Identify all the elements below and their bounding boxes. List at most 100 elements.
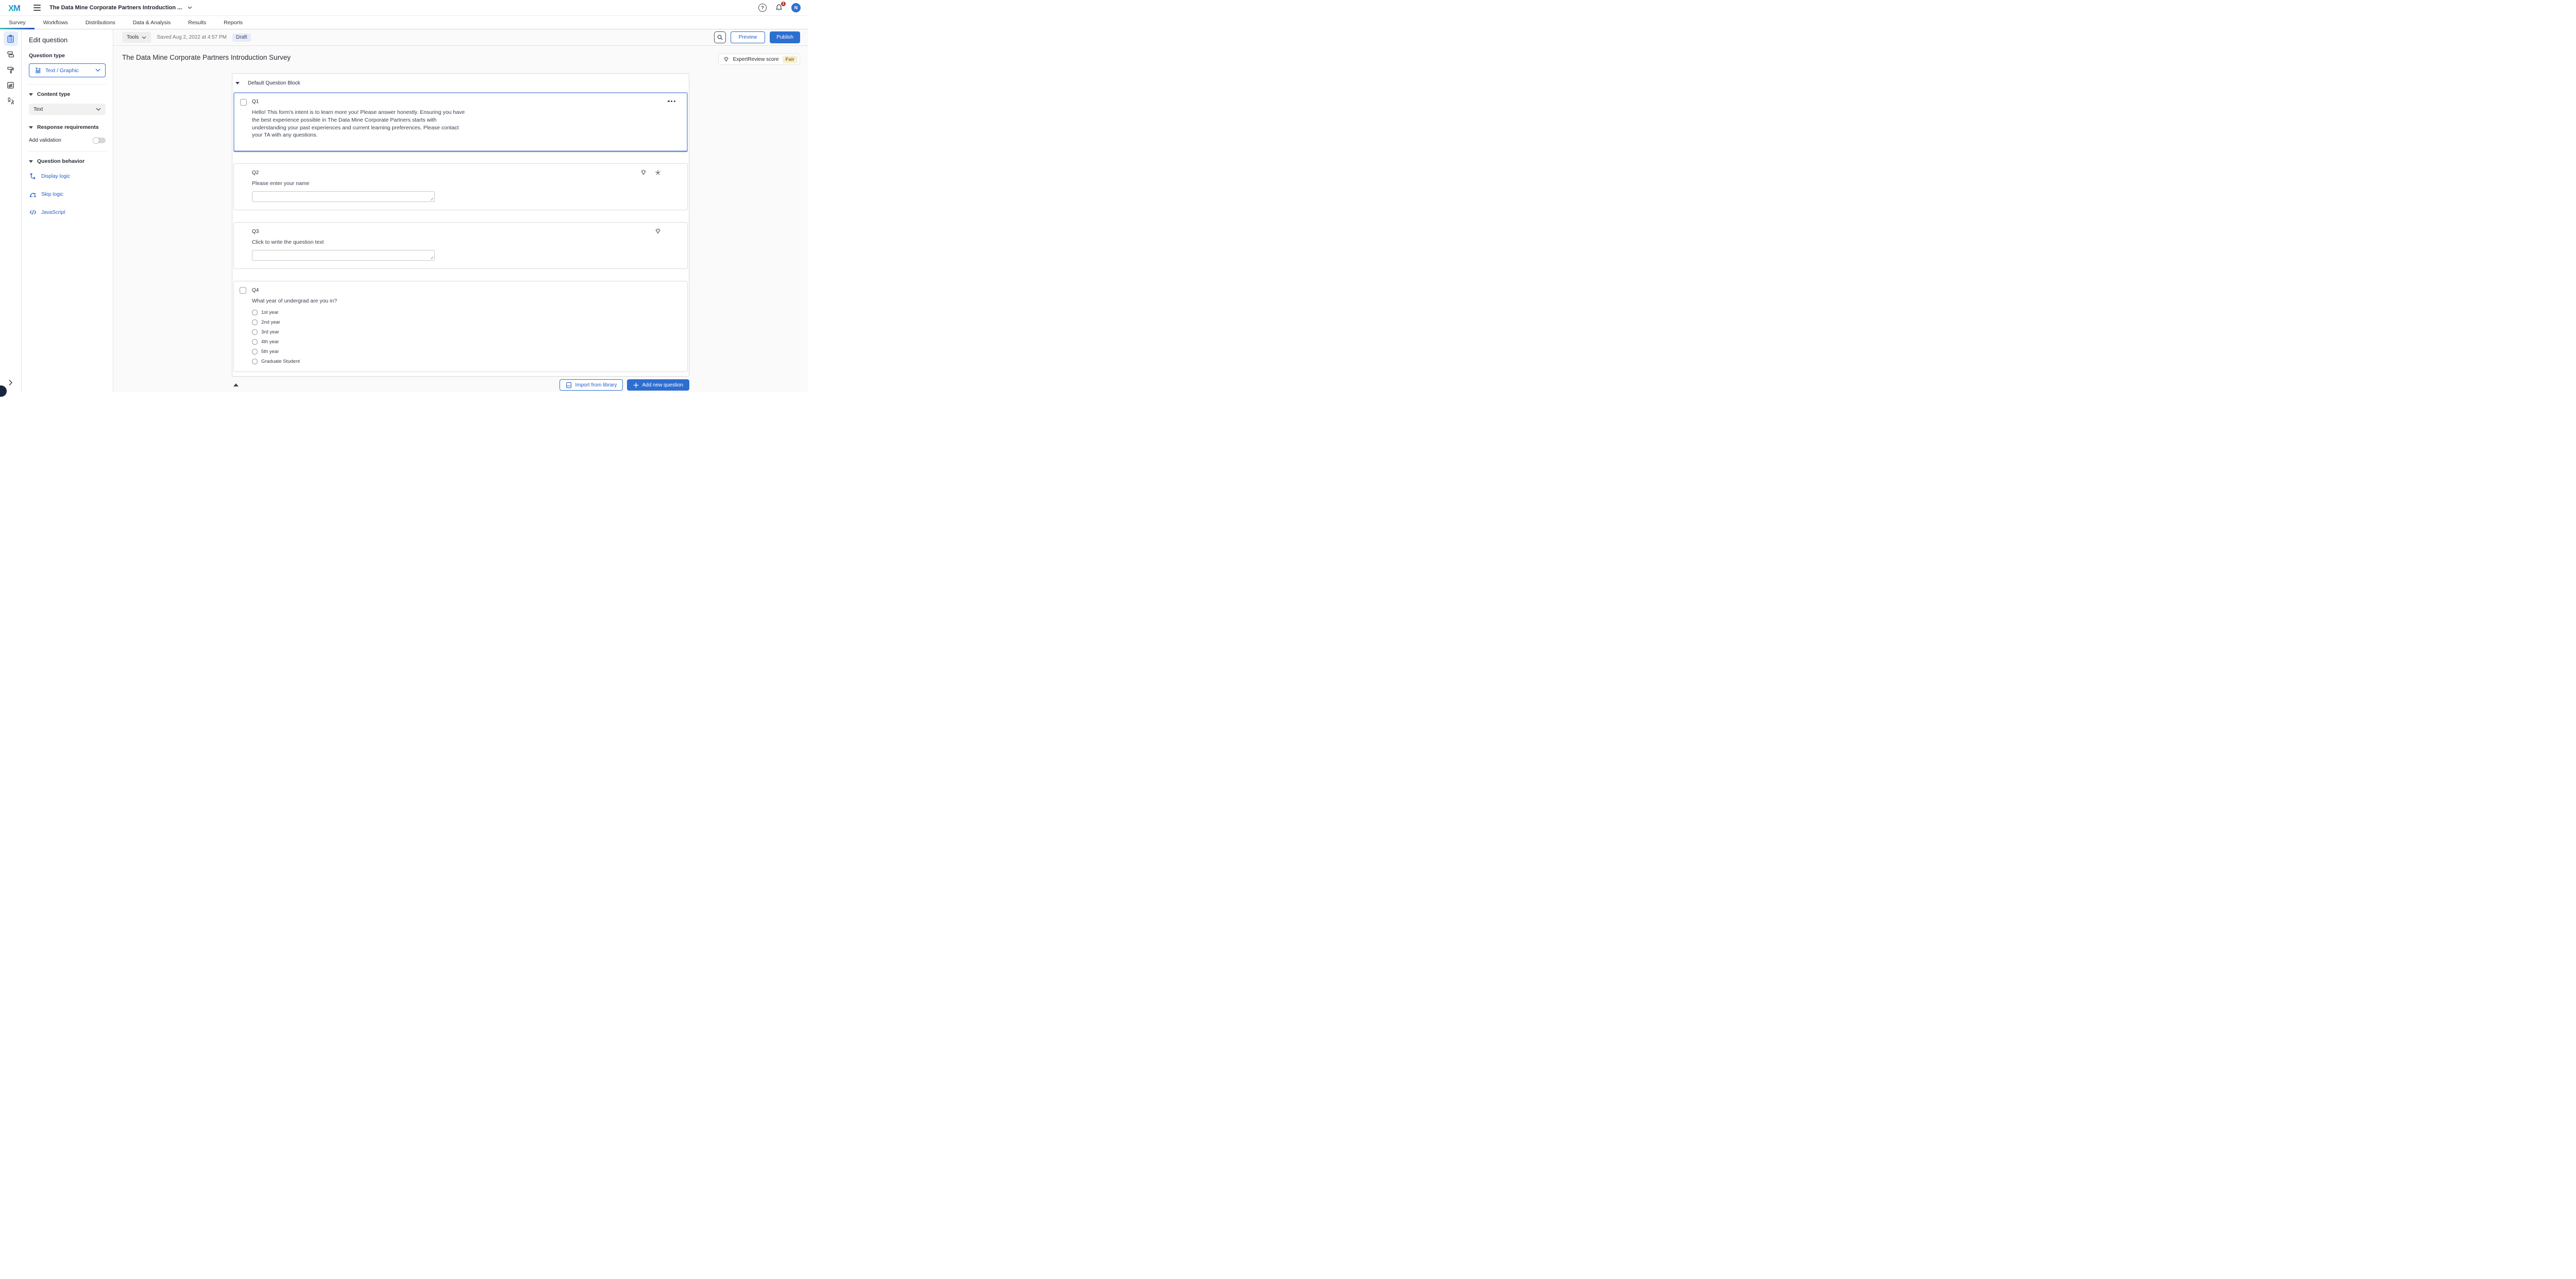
response-requirements-section-header[interactable]: Response requirements bbox=[29, 124, 106, 130]
text-entry-input[interactable] bbox=[252, 191, 435, 202]
preview-button[interactable]: Preview bbox=[731, 31, 766, 43]
question-text[interactable]: Hello! This form's intent is to learn mo… bbox=[252, 109, 470, 139]
choice-label: 3rd year bbox=[261, 329, 279, 335]
search-button[interactable] bbox=[714, 31, 726, 43]
question-block: Default Question Block Q1 Hello! This fo… bbox=[232, 73, 689, 377]
question-checkbox[interactable] bbox=[240, 287, 246, 294]
panel-divider bbox=[28, 84, 107, 85]
choice-row: 1st year bbox=[252, 310, 677, 315]
expert-review-score-badge: Fair bbox=[783, 56, 798, 63]
radio-button[interactable] bbox=[252, 310, 258, 315]
tab-results[interactable]: Results bbox=[179, 16, 215, 29]
question-text[interactable]: Please enter your name bbox=[252, 180, 677, 187]
ellipsis-menu-icon[interactable] bbox=[668, 100, 675, 102]
question-card-q4[interactable]: Q4 What year of undergrad are you in? 1s… bbox=[233, 281, 688, 372]
rail-item-survey-options[interactable] bbox=[4, 78, 18, 92]
add-new-question-button[interactable]: Add new question bbox=[627, 379, 689, 391]
search-icon bbox=[717, 34, 723, 41]
content-type-section-header[interactable]: Content type bbox=[29, 91, 106, 97]
help-icon[interactable]: ? bbox=[758, 4, 767, 12]
lightbulb-icon[interactable] bbox=[640, 169, 647, 176]
rail-item-look-and-feel[interactable] bbox=[4, 62, 18, 77]
question-id: Q3 bbox=[252, 229, 677, 234]
question-behavior-section-header[interactable]: Question behavior bbox=[29, 158, 106, 164]
window-title: The Data Mine Corporate Partners Introdu… bbox=[49, 5, 182, 11]
add-validation-toggle[interactable] bbox=[93, 138, 106, 143]
choice-row: 3rd year bbox=[252, 329, 677, 335]
text-graphic-icon bbox=[34, 66, 42, 74]
text-entry-input[interactable] bbox=[252, 250, 435, 261]
javascript-label: JavaScript bbox=[41, 210, 65, 215]
radio-button[interactable] bbox=[252, 339, 258, 345]
choice-row: 5th year bbox=[252, 349, 677, 355]
hamburger-menu-icon[interactable] bbox=[33, 4, 41, 12]
chevron-down-icon bbox=[95, 69, 100, 72]
xm-logo: XM bbox=[8, 3, 22, 13]
display-logic-label: Display logic bbox=[41, 174, 70, 179]
radio-button[interactable] bbox=[252, 319, 258, 325]
svg-text:XM: XM bbox=[8, 4, 20, 13]
rail-item-translations[interactable]: A bbox=[4, 93, 18, 108]
lightbulb-icon[interactable] bbox=[654, 228, 662, 235]
tab-reports[interactable]: Reports bbox=[215, 16, 251, 29]
question-card-q3[interactable]: Q3 Click to write the question text bbox=[233, 222, 688, 269]
question-text[interactable]: What year of undergrad are you in? bbox=[252, 298, 677, 304]
import-from-library-button[interactable]: Import from library bbox=[560, 379, 623, 391]
javascript-link[interactable]: JavaScript bbox=[29, 209, 106, 216]
svg-text:A: A bbox=[11, 100, 14, 105]
book-icon bbox=[566, 382, 572, 389]
display-logic-link[interactable]: Display logic bbox=[29, 173, 106, 180]
corner-widget bbox=[0, 385, 7, 397]
notification-badge: 1 bbox=[781, 1, 786, 7]
notifications-button[interactable]: 1 bbox=[775, 4, 783, 12]
panel-divider bbox=[28, 151, 107, 152]
question-text[interactable]: Click to write the question text bbox=[252, 239, 677, 245]
question-id: Q1 bbox=[252, 99, 677, 105]
choice-label: 2nd year bbox=[261, 319, 280, 325]
question-type-select[interactable]: Text / Graphic bbox=[29, 63, 106, 77]
rail-item-survey-builder[interactable] bbox=[4, 31, 18, 46]
tab-workflows[interactable]: Workflows bbox=[35, 16, 77, 29]
block-name[interactable]: Default Question Block bbox=[248, 80, 300, 86]
choice-row: Graduate Student bbox=[252, 359, 677, 364]
tab-distributions[interactable]: Distributions bbox=[77, 16, 124, 29]
import-label: Import from library bbox=[575, 382, 617, 388]
top-header: XM The Data Mine Corporate Partners Intr… bbox=[0, 0, 808, 16]
choice-label: 1st year bbox=[261, 310, 279, 315]
question-card-q1[interactable]: Q1 Hello! This form's intent is to learn… bbox=[233, 92, 688, 152]
radio-button[interactable] bbox=[252, 329, 258, 335]
content-type-label: Content type bbox=[37, 91, 70, 97]
tools-button[interactable]: Tools bbox=[122, 32, 151, 43]
survey-title[interactable]: The Data Mine Corporate Partners Introdu… bbox=[122, 54, 291, 61]
tab-data-analysis[interactable]: Data & Analysis bbox=[124, 16, 180, 29]
window-title-dropdown[interactable]: The Data Mine Corporate Partners Introdu… bbox=[49, 5, 192, 11]
rail-item-survey-flow[interactable] bbox=[4, 47, 18, 61]
expand-rail-chevron[interactable] bbox=[8, 379, 13, 386]
radio-button[interactable] bbox=[252, 349, 258, 355]
display-logic-icon bbox=[29, 173, 37, 180]
question-type-label: Question type bbox=[29, 53, 106, 59]
publish-button[interactable]: Publish bbox=[770, 31, 800, 43]
add-validation-label: Add validation bbox=[29, 138, 61, 143]
sliders-options-icon bbox=[6, 81, 15, 90]
skip-logic-link[interactable]: Skip logic bbox=[29, 191, 106, 198]
question-id: Q2 bbox=[252, 170, 677, 176]
avatar[interactable]: N bbox=[791, 3, 801, 12]
add-question-label: Add new question bbox=[642, 382, 683, 388]
content-type-select[interactable]: Text bbox=[29, 104, 106, 115]
block-collapse-triangle[interactable] bbox=[235, 82, 240, 85]
collapse-triangle-icon bbox=[29, 160, 33, 163]
question-card-q2[interactable]: Q2 Please enter your name bbox=[233, 163, 688, 210]
question-checkbox[interactable] bbox=[240, 99, 247, 106]
paint-roller-icon bbox=[6, 65, 15, 74]
builder-icon-rail: A bbox=[0, 29, 22, 392]
expert-review-pill[interactable]: ExpertReview score Fair bbox=[718, 54, 800, 65]
collapse-triangle-icon bbox=[29, 93, 33, 96]
asterisk-required-icon[interactable] bbox=[654, 169, 662, 176]
tab-survey[interactable]: Survey bbox=[0, 16, 35, 29]
choice-row: 2nd year bbox=[252, 319, 677, 325]
draft-status-badge: Draft bbox=[232, 33, 251, 42]
blocks-flow-icon bbox=[6, 50, 15, 59]
collapse-block-triangle[interactable] bbox=[233, 383, 239, 386]
radio-button[interactable] bbox=[252, 359, 258, 364]
